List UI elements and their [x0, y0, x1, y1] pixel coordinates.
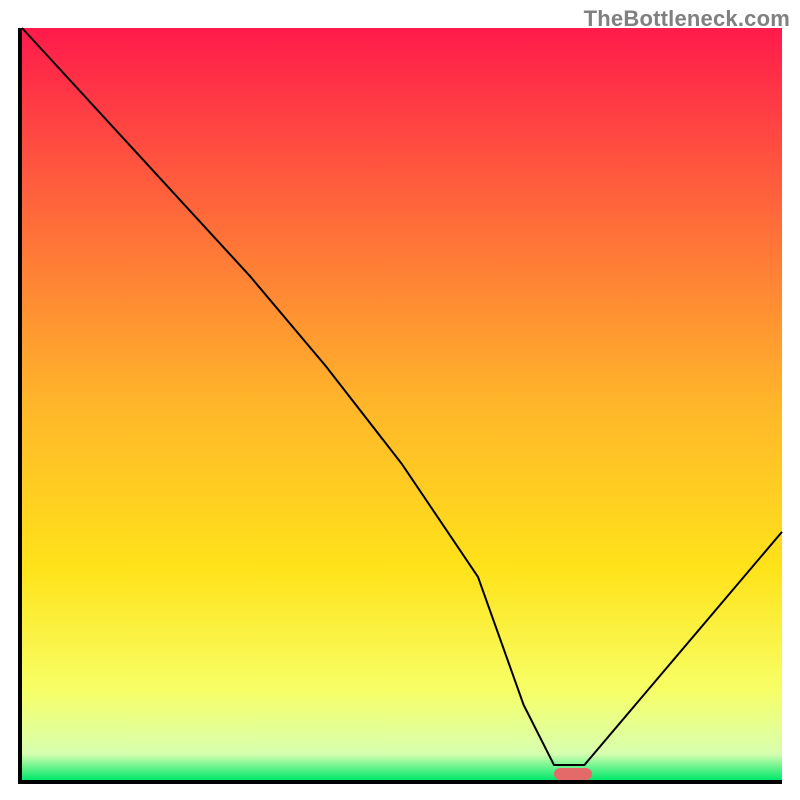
chart-container: TheBottleneck.com	[0, 0, 800, 800]
plot-svg	[22, 28, 782, 780]
selected-range-marker	[554, 768, 592, 780]
